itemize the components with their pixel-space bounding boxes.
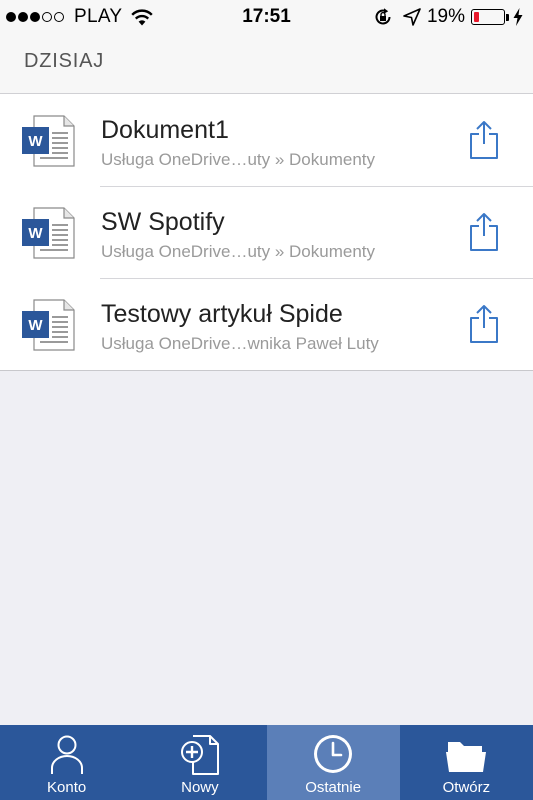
svg-text:W: W bbox=[28, 133, 43, 150]
battery-level-fill bbox=[474, 12, 479, 22]
svg-text:W: W bbox=[28, 225, 43, 242]
battery-icon bbox=[471, 9, 505, 25]
share-icon[interactable] bbox=[466, 212, 502, 252]
word-document-icon: W bbox=[22, 207, 75, 259]
new-document-icon bbox=[180, 735, 219, 775]
charging-bolt-icon bbox=[513, 8, 523, 26]
document-item-testowy-artykul[interactable]: W Testowy artykuł Spide Usługa OneDrive…… bbox=[0, 278, 533, 370]
battery-percentage: 19% bbox=[426, 6, 465, 27]
tab-ostatnie[interactable]: Ostatnie bbox=[266, 725, 400, 800]
tab-label: Konto bbox=[47, 779, 87, 796]
location-arrow-icon bbox=[403, 8, 421, 26]
tab-otworz[interactable]: Otwórz bbox=[400, 725, 533, 800]
tab-label: Nowy bbox=[181, 779, 219, 796]
document-path: Usługa OneDrive…wnika Paweł Luty bbox=[101, 334, 379, 353]
word-document-icon: W bbox=[22, 115, 75, 167]
battery-tip bbox=[506, 13, 509, 21]
tab-label: Otwórz bbox=[442, 779, 491, 796]
document-item-sw-spotify[interactable]: W SW Spotify Usługa OneDrive…uty » Dokum… bbox=[0, 186, 533, 278]
clock-icon bbox=[314, 735, 353, 773]
person-icon bbox=[50, 735, 83, 774]
document-title: Testowy artykuł Spide bbox=[101, 300, 343, 328]
document-path: Usługa OneDrive…uty » Dokumenty bbox=[101, 242, 376, 261]
section-title: DZISIAJ bbox=[24, 50, 105, 72]
rotation-lock-icon bbox=[375, 8, 391, 25]
tab-konto[interactable]: Konto bbox=[0, 725, 133, 800]
svg-text:W: W bbox=[28, 317, 43, 334]
document-title: Dokument1 bbox=[101, 116, 229, 144]
section-header: DZISIAJ bbox=[0, 34, 533, 94]
word-document-icon: W bbox=[22, 299, 75, 351]
status-bar: PLAY 17:51 19% bbox=[0, 0, 533, 34]
tab-bar: Konto Nowy Ostatnie Otwórz bbox=[0, 725, 533, 800]
document-path: Usługa OneDrive…uty » Dokumenty bbox=[101, 150, 376, 169]
tab-label: Ostatnie bbox=[305, 779, 362, 796]
recent-documents-list: W Dokument1 Usługa OneDrive…uty » Dokume… bbox=[0, 94, 533, 371]
tab-nowy[interactable]: Nowy bbox=[133, 725, 266, 800]
folder-icon bbox=[446, 742, 487, 772]
document-item-dokument1[interactable]: W Dokument1 Usługa OneDrive…uty » Dokume… bbox=[0, 94, 533, 186]
share-icon[interactable] bbox=[466, 120, 502, 160]
document-title: SW Spotify bbox=[101, 208, 225, 236]
share-icon[interactable] bbox=[466, 304, 502, 344]
